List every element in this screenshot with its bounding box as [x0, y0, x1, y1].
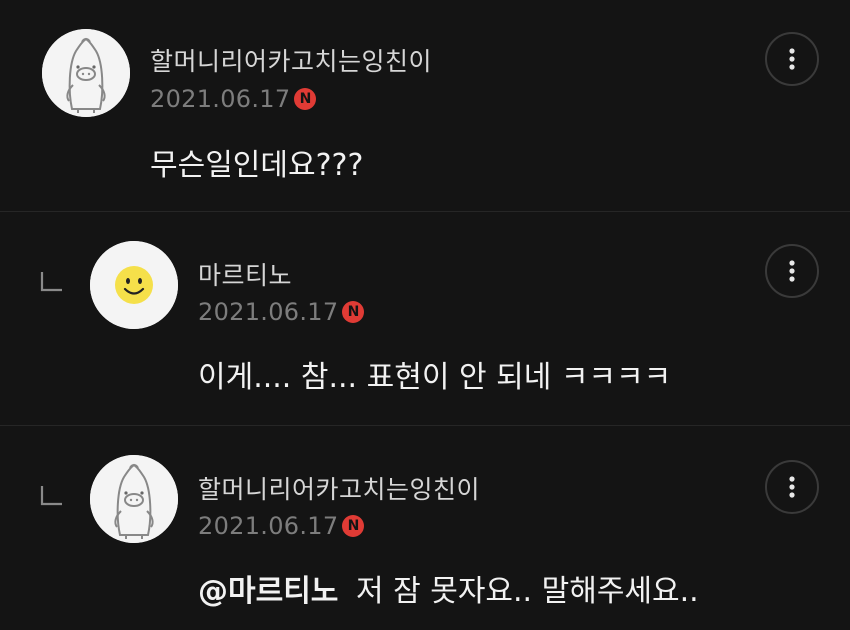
comment-list: 할머니리어카고치는잉친이 2021.06.17 N 무슨일인데요??? 마르티노…: [0, 0, 850, 630]
comment-author[interactable]: 할머니리어카고치는잉친이: [198, 470, 480, 506]
kebab-menu-icon: [789, 476, 795, 498]
penguin-avatar-icon[interactable]: [90, 455, 178, 543]
reply-arrow-icon: [40, 272, 62, 292]
comment-meta: 2021.06.17 N: [150, 85, 317, 113]
comment-meta: 2021.06.17 N: [198, 512, 365, 540]
smiley-avatar-icon[interactable]: [90, 241, 178, 329]
comment-item: 할머니리어카고치는잉친이 2021.06.17 N 무슨일인데요???: [0, 0, 850, 212]
comment-date: 2021.06.17: [150, 85, 291, 113]
kebab-menu-icon: [789, 260, 795, 282]
comment-author[interactable]: 마르티노: [198, 256, 292, 292]
mention-link[interactable]: @마르티노: [198, 574, 338, 609]
reply-item: 마르티노 2021.06.17 N 이게.... 참... 표현이 안 되네 ㅋ…: [0, 212, 850, 426]
penguin-avatar-icon[interactable]: [42, 29, 130, 117]
comment-date: 2021.06.17: [198, 512, 339, 540]
comment-meta: 2021.06.17 N: [198, 298, 365, 326]
reply-item: 할머니리어카고치는잉친이 2021.06.17 N @마르티노 저 잠 못자요.…: [0, 426, 850, 630]
more-options-button[interactable]: [765, 244, 819, 298]
more-options-button[interactable]: [765, 460, 819, 514]
comment-body: 이게.... 참... 표현이 안 되네 ㅋㅋㅋㅋ: [198, 360, 672, 395]
comment-body: 저 잠 못자요.. 말해주세요..: [355, 574, 699, 609]
reply-arrow-icon: [40, 486, 62, 506]
new-badge: N: [342, 301, 365, 323]
comment-text: @마르티노 저 잠 못자요.. 말해주세요..: [198, 566, 699, 610]
new-badge: N: [294, 88, 317, 110]
comment-text: 이게.... 참... 표현이 안 되네 ㅋㅋㅋㅋ: [198, 352, 671, 396]
more-options-button[interactable]: [765, 32, 819, 86]
comment-text: 무슨일인데요???: [150, 140, 363, 184]
comment-body: 무슨일인데요???: [150, 148, 364, 183]
kebab-menu-icon: [789, 48, 795, 70]
new-badge: N: [342, 515, 365, 537]
comment-date: 2021.06.17: [198, 298, 339, 326]
comment-author[interactable]: 할머니리어카고치는잉친이: [150, 42, 432, 78]
